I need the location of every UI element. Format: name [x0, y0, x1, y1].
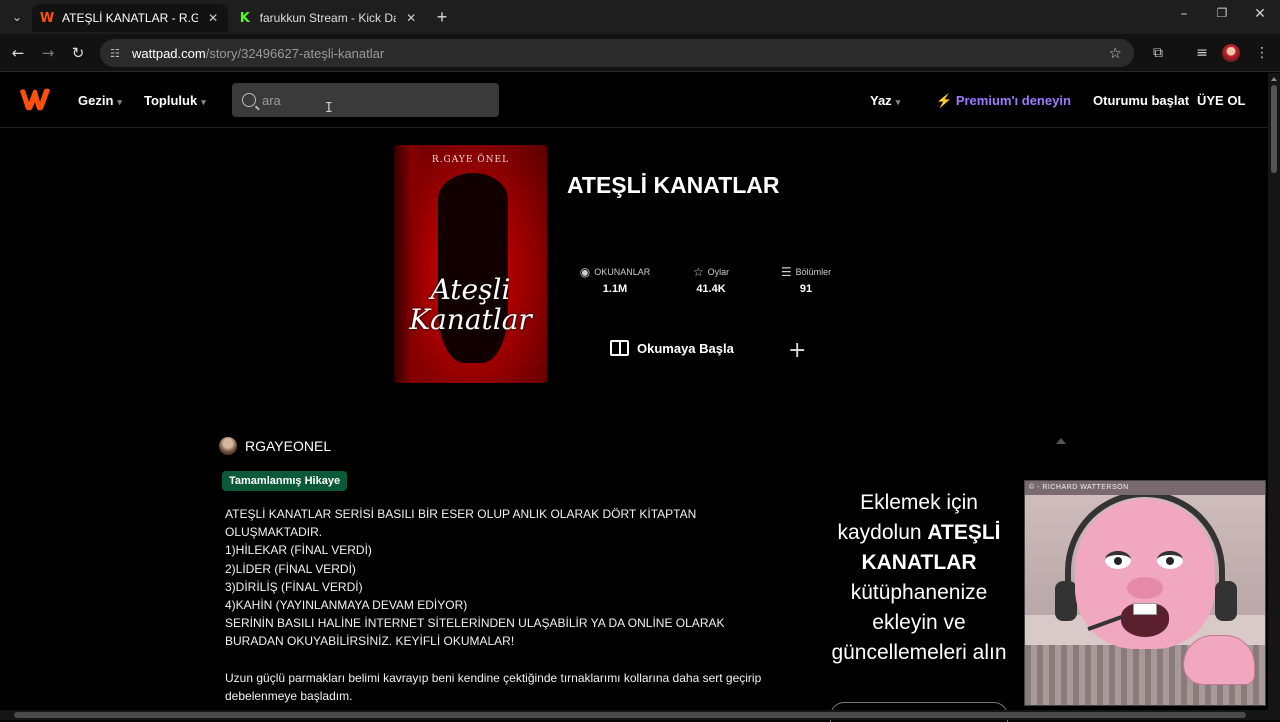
- stat-votes: ☆ Oylar 41.4K: [682, 265, 740, 295]
- chevron-down-icon: ▾: [895, 97, 901, 107]
- site-info-icon[interactable]: ☷: [110, 47, 124, 60]
- earpiece-right: [1215, 581, 1237, 621]
- scroll-up-icon[interactable]: [1271, 77, 1277, 81]
- scrollbar-thumb[interactable]: [1271, 85, 1277, 173]
- profile-avatar[interactable]: [1222, 44, 1240, 62]
- scroll-up-arrow-icon[interactable]: [1056, 438, 1066, 444]
- author-link[interactable]: RGAYEONEL: [219, 437, 331, 455]
- reload-icon[interactable]: ↻: [67, 42, 89, 64]
- description-line: 3)DİRİLİŞ (FİNAL VERDİ): [225, 579, 363, 594]
- list-icon: ☰: [780, 265, 792, 279]
- premium-label: Premium'ı deneyin: [955, 93, 1071, 108]
- address-bar[interactable]: ☷ wattpad.com/story/32496627-ateşli-kana…: [100, 39, 1134, 67]
- cover-author-text: R.GAYE ÖNEL: [431, 155, 510, 165]
- stat-label: OKUNANLAR: [594, 267, 651, 277]
- nav-community-label: Topluluk: [144, 93, 198, 108]
- kick-favicon-icon: K: [239, 10, 250, 26]
- scrollbar-thumb[interactable]: [14, 712, 1246, 718]
- status-badge: Tamamlanmış Hikaye: [222, 471, 348, 491]
- stat-value: 41.4K: [696, 283, 726, 295]
- browser-tab-kick[interactable]: K farukkun Stream - Kick Dashboard ✕: [230, 4, 426, 32]
- minimize-icon[interactable]: –: [1173, 6, 1195, 22]
- story-cover: R.GAYE ÖNEL Ateşli Kanatlar: [394, 145, 547, 383]
- tab-list-chevron-icon[interactable]: ⌄: [8, 8, 26, 26]
- stat-value: 91: [799, 283, 813, 295]
- star-icon: ☆: [692, 265, 704, 279]
- media-queue-icon[interactable]: ≡: [1192, 43, 1212, 63]
- signup-link[interactable]: ÜYE OL: [1197, 93, 1245, 108]
- character-nose: [1127, 577, 1163, 599]
- story-title: ATEŞLİ KANATLAR: [567, 172, 780, 198]
- stat-label: Bölümler: [795, 267, 832, 277]
- search-box[interactable]: [232, 83, 499, 117]
- browser-toolbar: ← → ↻ ☷ wattpad.com/story/32496627-ateşl…: [0, 34, 1280, 72]
- search-input[interactable]: [262, 92, 482, 108]
- eye-icon: ◉: [579, 265, 591, 279]
- description-line: 2)LİDER (FİNAL VERDİ): [225, 561, 356, 576]
- search-icon: [242, 93, 256, 107]
- premium-link[interactable]: ⚡ Premium'ı deneyin: [936, 93, 1071, 109]
- tab-close-icon[interactable]: ✕: [206, 11, 220, 25]
- url-path: /story/32496627-ateşli-kanatlar: [205, 45, 385, 61]
- extensions-puzzle-icon[interactable]: ⧉: [1148, 43, 1168, 63]
- tab-close-icon[interactable]: ✕: [404, 11, 418, 25]
- description-line: SERİNİN BASILI HALİNE İNTERNET SİTELERİN…: [225, 616, 725, 649]
- new-tab-button[interactable]: +: [432, 7, 452, 28]
- nav-browse-label: Gezin: [78, 93, 114, 108]
- chevron-down-icon: ▾: [201, 97, 206, 107]
- browser-menu-icon[interactable]: ⋮: [1252, 43, 1272, 63]
- add-to-library-button[interactable]: +: [788, 338, 806, 363]
- horizontal-scrollbar[interactable]: [0, 710, 1280, 720]
- author-name: RGAYEONEL: [245, 438, 332, 454]
- browser-tab-wattpad[interactable]: W ATEŞLİ KANATLAR - R.GAYEÖNEL ✕: [32, 4, 228, 32]
- signup-suffix: kütüphanenize ekleyin ve güncellemeleri …: [831, 581, 1007, 664]
- book-open-icon: [610, 340, 629, 356]
- window-close-icon[interactable]: ✕: [1249, 6, 1271, 22]
- description-line: Uzun güçlü parmakları belimi kavrayıp be…: [225, 670, 762, 703]
- text-cursor-icon: I: [325, 101, 333, 116]
- bolt-icon: ⚡: [936, 93, 953, 108]
- start-reading-button[interactable]: Okumaya Başla: [610, 340, 734, 356]
- stat-value: 1.1M: [602, 283, 628, 295]
- description-line: ATEŞLİ KANATLAR SERİSİ BASILI BİR ESER O…: [225, 507, 697, 540]
- character-hand: [1183, 635, 1255, 685]
- bookmark-star-icon[interactable]: ☆: [1109, 44, 1122, 62]
- tab-title: farukkun Stream - Kick Dashboard: [259, 11, 397, 25]
- start-reading-label: Okumaya Başla: [637, 340, 734, 356]
- forward-arrow-icon[interactable]: →: [37, 42, 59, 64]
- wattpad-favicon-icon: W: [39, 10, 55, 26]
- wattpad-logo-icon[interactable]: [18, 85, 52, 113]
- write-menu[interactable]: Yaz ▾: [870, 93, 900, 108]
- description-line: 1)HİLEKAR (FİNAL VERDİ): [225, 543, 372, 558]
- chevron-down-icon: ▾: [117, 97, 122, 107]
- video-caption: © - RICHARD WATTERSON: [1025, 481, 1265, 495]
- character-eye: [1157, 551, 1183, 569]
- site-header: Gezin▾ Topluluk▾ I Yaz▾ ⚡ Premium'ı dene…: [0, 73, 1268, 128]
- character-teeth: [1133, 603, 1157, 615]
- stat-parts: ☰ Bölümler 91: [774, 265, 838, 295]
- cover-title-text: Ateşli Kanatlar: [409, 273, 532, 336]
- nav-community[interactable]: Topluluk ▾: [144, 93, 206, 108]
- cover-curtain: [394, 145, 424, 383]
- browser-tab-bar: ⌄ W ATEŞLİ KANATLAR - R.GAYEÖNEL ✕ K far…: [0, 0, 1280, 34]
- signup-prompt: Eklemek için kaydolun ATEŞLİ KANATLAR kü…: [820, 488, 1018, 668]
- tab-title: ATEŞLİ KANATLAR - R.GAYEÖNEL: [62, 11, 199, 25]
- nav-browse[interactable]: Gezin ▾: [78, 93, 122, 108]
- webcam-overlay: © - RICHARD WATTERSON: [1024, 480, 1266, 706]
- stat-reads: ◉ OKUNANLAR 1.1M: [576, 265, 654, 295]
- earpiece-left: [1055, 581, 1077, 621]
- author-avatar: [219, 437, 237, 455]
- story-description: ATEŞLİ KANATLAR SERİSİ BASILI BİR ESER O…: [225, 505, 765, 705]
- write-label: Yaz: [870, 93, 892, 108]
- stat-label: Oylar: [707, 267, 730, 277]
- vertical-scrollbar[interactable]: [1268, 73, 1280, 710]
- character-eye: [1105, 551, 1131, 569]
- back-arrow-icon[interactable]: ←: [7, 42, 29, 64]
- description-line: 4)KAHİN (YAYINLANMAYA DEVAM EDİYOR): [225, 598, 468, 613]
- login-link[interactable]: Oturumu başlat: [1093, 93, 1189, 108]
- restore-icon[interactable]: ❐: [1211, 6, 1233, 20]
- url-host: wattpad.com: [132, 45, 206, 61]
